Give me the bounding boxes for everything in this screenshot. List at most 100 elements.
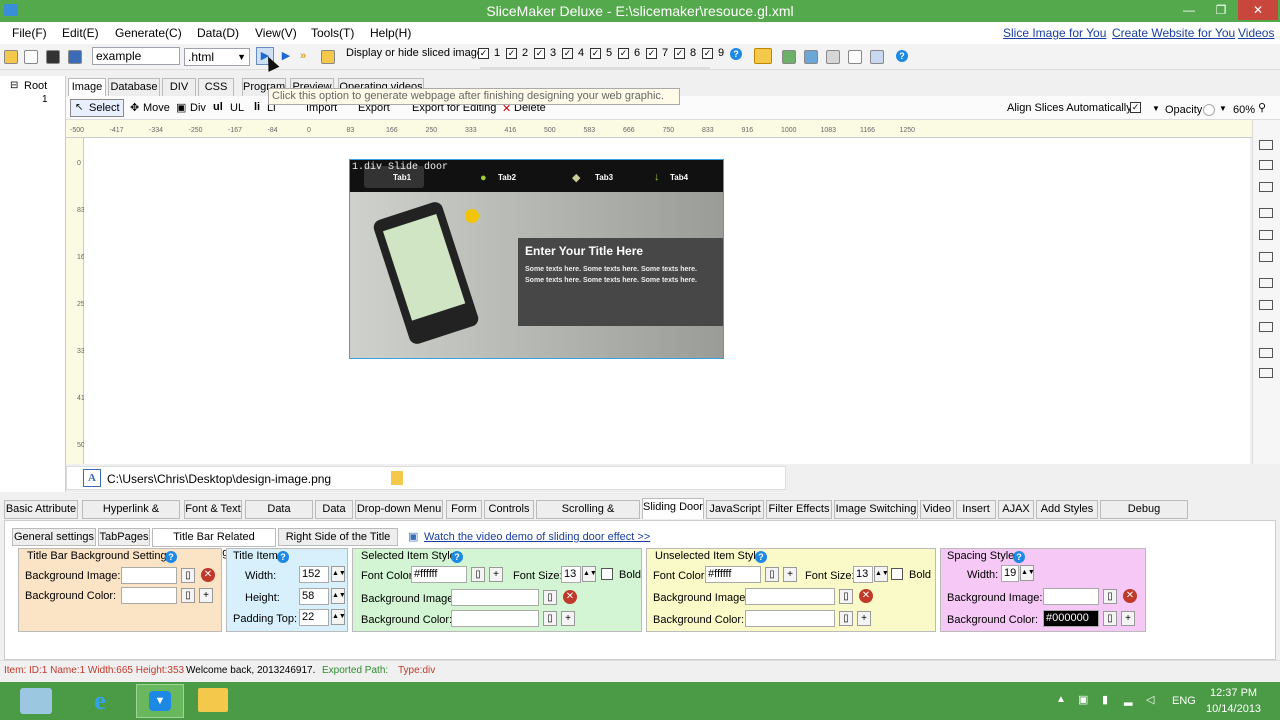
- slice-checkbox-7[interactable]: ✓: [646, 48, 657, 59]
- slicemaker-task[interactable]: ▼: [136, 684, 184, 718]
- bg-color-input[interactable]: [745, 610, 835, 627]
- help-icon[interactable]: ?: [730, 48, 742, 60]
- font-color-input[interactable]: #ffffff: [705, 566, 761, 583]
- add-color-button[interactable]: +: [857, 611, 871, 626]
- browse-folder-icon[interactable]: [391, 471, 403, 485]
- color-picker-button[interactable]: ▯: [471, 567, 485, 582]
- align-right-icon[interactable]: [1259, 182, 1273, 192]
- tab-div[interactable]: DIV: [162, 78, 196, 96]
- font-size-input[interactable]: 13: [561, 566, 581, 583]
- image-icon[interactable]: [804, 50, 818, 64]
- tab-css[interactable]: CSS: [198, 78, 234, 96]
- menu-data[interactable]: Data(D): [197, 26, 239, 40]
- bg-image-input[interactable]: [1043, 588, 1099, 605]
- extension-select[interactable]: .html ▼: [184, 48, 250, 66]
- help-icon[interactable]: ?: [165, 551, 177, 563]
- color-picker-button[interactable]: ▯: [181, 588, 195, 603]
- slice-div-1[interactable]: 1.div Slide door Tab1 ● Tab2 ◆ Tab3 ↓ Ta…: [349, 159, 724, 359]
- tree-expand-icon[interactable]: ⊟: [10, 80, 18, 91]
- menu-edit[interactable]: Edit(E): [62, 26, 99, 40]
- btab-add-styles[interactable]: Add Styles: [1036, 500, 1098, 519]
- close-button[interactable]: ✕: [1238, 0, 1278, 20]
- forward-icon[interactable]: »: [300, 48, 316, 64]
- bold-checkbox[interactable]: [891, 568, 903, 580]
- subtab-tabpages[interactable]: TabPages: [98, 528, 150, 546]
- width-stepper[interactable]: ▲▼: [331, 566, 346, 582]
- btab-video[interactable]: Video: [920, 500, 954, 519]
- slice-checkbox-6[interactable]: ✓: [618, 48, 629, 59]
- help-icon[interactable]: ?: [277, 551, 289, 563]
- link-videos[interactable]: Videos: [1238, 26, 1274, 40]
- font-color-input[interactable]: #ffffff: [411, 566, 467, 583]
- color-picker-button[interactable]: ▯: [1103, 611, 1117, 626]
- btab-image-switching[interactable]: Image Switching: [834, 500, 918, 519]
- bg-image-input[interactable]: [451, 589, 539, 606]
- add-color-button[interactable]: +: [199, 588, 213, 603]
- browse-button[interactable]: ▯: [839, 589, 853, 604]
- btab-sliding-door[interactable]: Sliding Door: [642, 498, 704, 519]
- align-left-icon[interactable]: [1259, 140, 1273, 150]
- color-picker-button[interactable]: ▯: [765, 567, 779, 582]
- spacing-width-input[interactable]: 19: [1001, 565, 1019, 582]
- menu-file[interactable]: File(F): [12, 26, 47, 40]
- color-picker-button[interactable]: ▯: [543, 611, 557, 626]
- btab-data-sources[interactable]: Data Sources: [245, 500, 313, 532]
- same-size-icon[interactable]: [1259, 322, 1273, 332]
- btab-font-text[interactable]: Font & Text: [184, 500, 242, 519]
- volume-icon[interactable]: ◁: [1146, 693, 1154, 706]
- subtab-titlebar-settings[interactable]: Title Bar Related Settings: [152, 528, 276, 559]
- help-icon[interactable]: ?: [1013, 551, 1025, 563]
- help-icon[interactable]: ?: [451, 551, 463, 563]
- language-indicator[interactable]: ENG: [1172, 695, 1196, 707]
- menu-tools[interactable]: Tools(T): [311, 26, 354, 40]
- btab-hyperlink[interactable]: Hyperlink & Spacing: [82, 500, 180, 532]
- bg-image-input[interactable]: [121, 567, 177, 584]
- clear-icon[interactable]: ✕: [201, 568, 215, 582]
- width-input[interactable]: 152: [299, 566, 329, 583]
- height-input[interactable]: 58: [299, 588, 329, 605]
- font-size-stepper[interactable]: ▲▼: [874, 566, 889, 582]
- help-icon[interactable]: ?: [755, 551, 767, 563]
- export-green-icon[interactable]: [782, 50, 796, 64]
- add-color-button[interactable]: +: [783, 567, 797, 582]
- font-size-input[interactable]: 13: [853, 566, 873, 583]
- tray-expand-icon[interactable]: ▲: [1056, 694, 1066, 705]
- browse-button[interactable]: ▯: [181, 568, 195, 583]
- ul-tool[interactable]: UL: [230, 102, 244, 114]
- btab-dropdown-menu[interactable]: Drop-down Menu: [355, 500, 443, 519]
- btab-form[interactable]: Form: [446, 500, 482, 519]
- btab-controls[interactable]: Controls: [484, 500, 534, 519]
- opacity-dial[interactable]: [1203, 104, 1215, 116]
- magnifier-icon[interactable]: ⚲: [1258, 101, 1266, 114]
- btab-insert[interactable]: Insert: [956, 500, 996, 519]
- minimize-button[interactable]: —: [1176, 0, 1202, 20]
- btab-debug-info[interactable]: Debug Information: [1100, 500, 1188, 532]
- play-icon[interactable]: ▶: [278, 48, 294, 64]
- slice-checkbox-5[interactable]: ✓: [590, 48, 601, 59]
- slice-checkbox-8[interactable]: ✓: [674, 48, 685, 59]
- div-tool[interactable]: Div: [190, 102, 206, 114]
- tree-root[interactable]: Root: [24, 80, 47, 92]
- filename-input[interactable]: example: [92, 47, 180, 65]
- table-icon[interactable]: [848, 50, 862, 64]
- padding-input[interactable]: 22: [299, 609, 329, 626]
- folder-open-icon[interactable]: [321, 50, 335, 64]
- align-bottom-icon[interactable]: [1259, 252, 1273, 262]
- link-slice-image[interactable]: Slice Image for You: [1003, 26, 1106, 40]
- new-file-icon[interactable]: [24, 50, 38, 64]
- browse-button[interactable]: ▯: [1103, 589, 1117, 604]
- explorer-icon[interactable]: [198, 688, 228, 712]
- select-tool[interactable]: ↖ Select: [70, 99, 124, 117]
- slice-checkbox-3[interactable]: ✓: [534, 48, 545, 59]
- tree-item-1[interactable]: 1: [42, 94, 48, 105]
- network-icon[interactable]: ▮: [1102, 693, 1108, 706]
- bg-color-input[interactable]: [121, 587, 177, 604]
- padding-stepper[interactable]: ▲▼: [331, 609, 346, 625]
- layout-icon[interactable]: [870, 50, 884, 64]
- align-middle-icon[interactable]: [1259, 230, 1273, 240]
- slice-checkbox-2[interactable]: ✓: [506, 48, 517, 59]
- opacity-dropdown-icon[interactable]: ▼: [1219, 104, 1227, 113]
- tab-database[interactable]: Database: [108, 78, 160, 96]
- browse-button[interactable]: ▯: [543, 590, 557, 605]
- height-stepper[interactable]: ▲▼: [331, 588, 346, 604]
